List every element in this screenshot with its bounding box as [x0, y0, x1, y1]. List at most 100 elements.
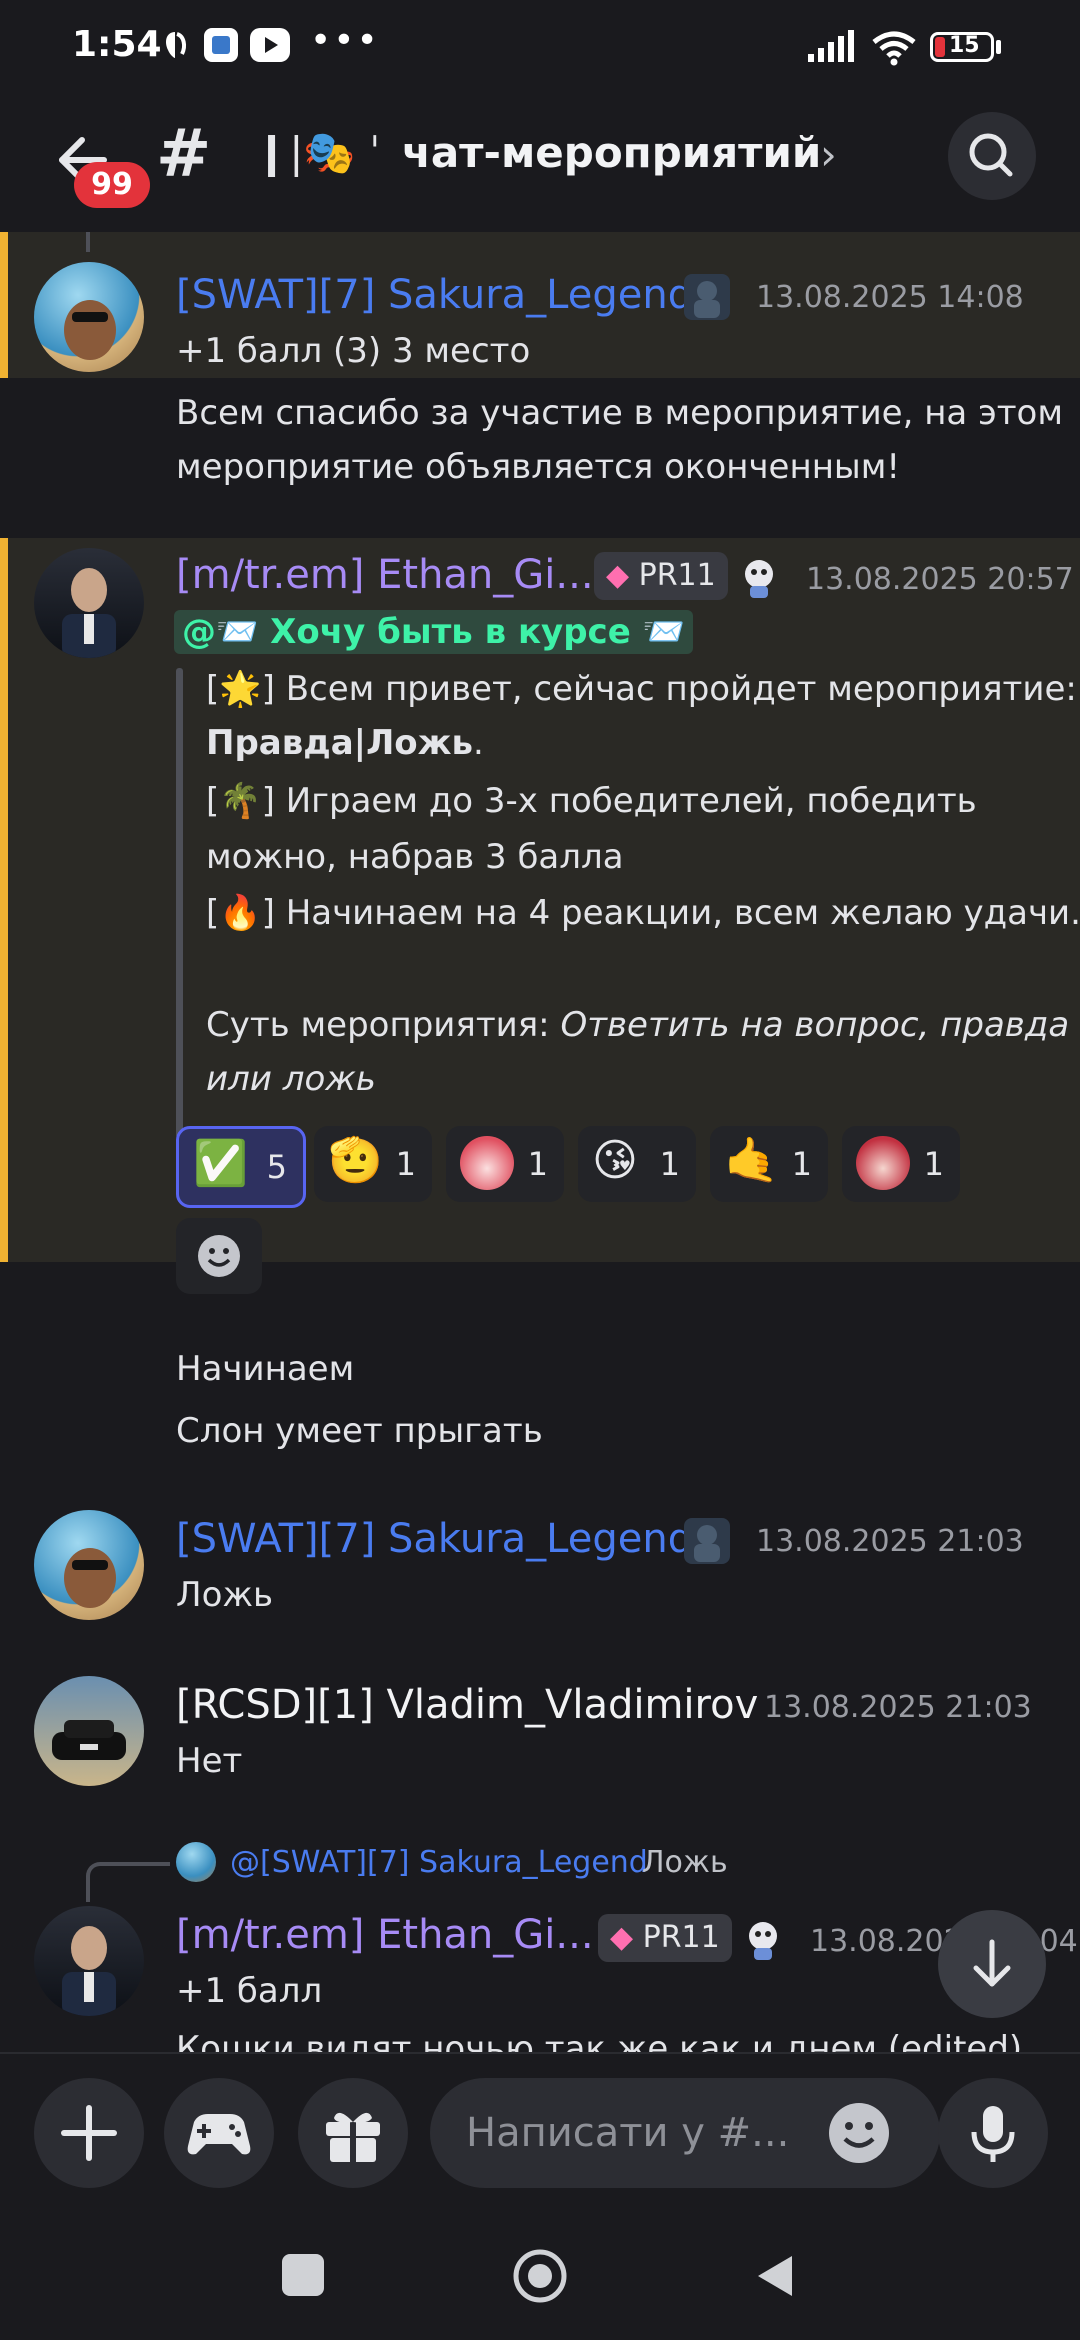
message-text: Кошки видят ночью так же как и днем (edi…	[176, 2029, 1023, 2052]
guild-tag-label: PR11	[642, 1920, 720, 1955]
call-me-hand-emoji: 🤙	[724, 1135, 779, 1186]
role-icon	[684, 274, 730, 320]
chevron-right-icon[interactable]: ›	[820, 130, 837, 179]
role-mention[interactable]: @📨 Хочу быть в курсе 📨	[174, 610, 693, 654]
reply-avatar	[176, 1842, 216, 1882]
quote-text: .	[473, 723, 484, 763]
quote-italic: Ответить на вопрос, правда	[560, 1005, 1070, 1045]
avatar[interactable]	[34, 1906, 144, 2016]
role-icon	[740, 1916, 786, 1962]
reaction-call-me[interactable]: 🤙 1	[710, 1126, 828, 1202]
tag-flame-icon: ◆	[606, 558, 630, 593]
palm-emoji: 🌴	[219, 781, 262, 821]
emoji-picker-button[interactable]	[826, 2100, 892, 2166]
data-saver-icon	[158, 28, 192, 62]
mention-highlight-bar	[0, 232, 8, 378]
reaction-anime-santa[interactable]: 1	[446, 1126, 564, 1202]
battery-icon: 15	[930, 32, 994, 62]
add-reaction-button[interactable]	[176, 1218, 262, 1294]
channel-prefix[interactable]: ❙|🎭 ˈ	[254, 128, 381, 178]
home-icon[interactable]	[512, 2248, 568, 2304]
reaction-check[interactable]: ✅ 5	[176, 1126, 306, 1208]
activities-button[interactable]	[164, 2078, 274, 2188]
quote-line: можно, набрав 3 балла	[206, 837, 624, 877]
reply-preview[interactable]: Ложь	[642, 1836, 728, 1890]
anime-girl-santa-emoji	[460, 1136, 514, 1190]
message-author[interactable]: [m/tr.em] Ethan_Gi...	[176, 552, 594, 598]
reaction-count: 1	[395, 1145, 416, 1183]
timestamp: 13.08.2025 21:03	[756, 1524, 1024, 1559]
quote-bold: Правда|Ложь	[206, 723, 474, 763]
wifi-icon	[870, 30, 918, 70]
message-author[interactable]: [SWAT][7] Sakura_Legend	[176, 272, 693, 318]
youtube-icon	[250, 28, 290, 62]
quote-text: Начинаем на 4 реакции, всем желаю удачи.	[285, 893, 1080, 933]
unread-badge: 99	[74, 162, 150, 208]
avatar[interactable]	[34, 1676, 144, 1786]
arrow-down-icon	[973, 1939, 1011, 1987]
avatar[interactable]	[34, 548, 144, 658]
voice-message-button[interactable]	[938, 2078, 1048, 2188]
tag-flame-icon: ◆	[610, 1920, 634, 1955]
attach-button[interactable]	[34, 2078, 144, 2188]
quote-text: Всем привет, сейчас пройдет мероприятие:	[285, 669, 1077, 709]
search-button[interactable]	[948, 112, 1036, 200]
anime-girl-red-emoji	[856, 1136, 910, 1190]
reply-connector	[86, 1862, 170, 1902]
search-icon	[969, 133, 1013, 177]
salute-emoji: 🫡	[328, 1135, 383, 1186]
back-nav-icon[interactable]	[752, 2252, 800, 2300]
gamepad-icon	[187, 2114, 251, 2155]
guild-tag[interactable]: ◆ PR11	[598, 1914, 732, 1962]
quote-line: [🌴] Играем до 3-х победителей, победить	[206, 781, 977, 821]
kiss-emoji: 😘	[592, 1135, 638, 1186]
channel-hash-icon: #	[156, 115, 212, 192]
message-text: Нет	[176, 1741, 243, 1781]
fire-emoji: 🔥	[219, 893, 262, 933]
status-bar: 1:54 ••• 15	[0, 0, 1080, 100]
reply-mention[interactable]: @[SWAT][7] Sakura_Legend	[230, 1836, 648, 1890]
smiley-add-icon	[198, 1235, 240, 1277]
gift-button[interactable]	[298, 2078, 408, 2188]
reaction-count: 1	[923, 1145, 944, 1183]
reaction-anime-red[interactable]: 1	[842, 1126, 960, 1202]
reaction-count: 1	[659, 1145, 680, 1183]
smiley-icon	[829, 2103, 889, 2163]
reply-line	[86, 232, 90, 252]
app-icon	[204, 28, 238, 62]
role-icon	[736, 554, 782, 600]
message-text: Ложь	[176, 1575, 274, 1615]
signal-icon	[806, 30, 856, 68]
channel-title[interactable]: чат-мероприятий	[402, 128, 821, 177]
quote-italic: или ложь	[206, 1059, 376, 1099]
gift-icon	[326, 2112, 380, 2162]
reaction-count: 1	[791, 1145, 812, 1183]
guild-tag[interactable]: ◆ PR11	[594, 552, 728, 600]
recents-icon[interactable]	[282, 2254, 324, 2296]
message-list[interactable]: [SWAT][7] Sakura_Legend 13.08.2025 14:08…	[0, 232, 1080, 2052]
more-dots-icon: •••	[310, 20, 380, 61]
message-author[interactable]: [RCSD][1] Vladim_Vladimirov	[176, 1682, 758, 1728]
mention-highlight-bar	[0, 538, 8, 1262]
quote-line: [🌟] Всем привет, сейчас пройдет мероприя…	[206, 669, 1077, 709]
avatar[interactable]	[34, 262, 144, 372]
avatar[interactable]	[34, 1510, 144, 1620]
message-text: мероприятие объявляется оконченным!	[176, 447, 901, 487]
message-text: Всем спасибо за участие в мероприятие, н…	[176, 393, 1063, 433]
message-author[interactable]: [SWAT][7] Sakura_Legend	[176, 1516, 693, 1562]
reaction-salute[interactable]: 🫡 1	[314, 1126, 432, 1202]
quote-text: Суть мероприятия:	[206, 1005, 561, 1045]
reaction-kiss[interactable]: 😘 1	[578, 1126, 696, 1202]
quote-text: Играем до 3-х победителей, победить	[285, 781, 977, 821]
quote-line: Правда|Ложь.	[206, 716, 484, 770]
quote-line: или ложь	[206, 1052, 376, 1106]
quote-line: [🔥] Начинаем на 4 реакции, всем желаю уд…	[206, 893, 1080, 933]
scroll-to-bottom-button[interactable]	[938, 1910, 1046, 2018]
message-input-placeholder: Написати у #...	[466, 2110, 790, 2156]
star-emoji: 🌟	[219, 669, 262, 709]
battery-tip	[996, 40, 1001, 54]
battery-level: 15	[949, 33, 980, 58]
message-author[interactable]: [m/tr.em] Ethan_Gi...	[176, 1912, 594, 1958]
timestamp: 13.08.2025 20:57	[806, 562, 1074, 597]
microphone-icon	[971, 2106, 1015, 2162]
